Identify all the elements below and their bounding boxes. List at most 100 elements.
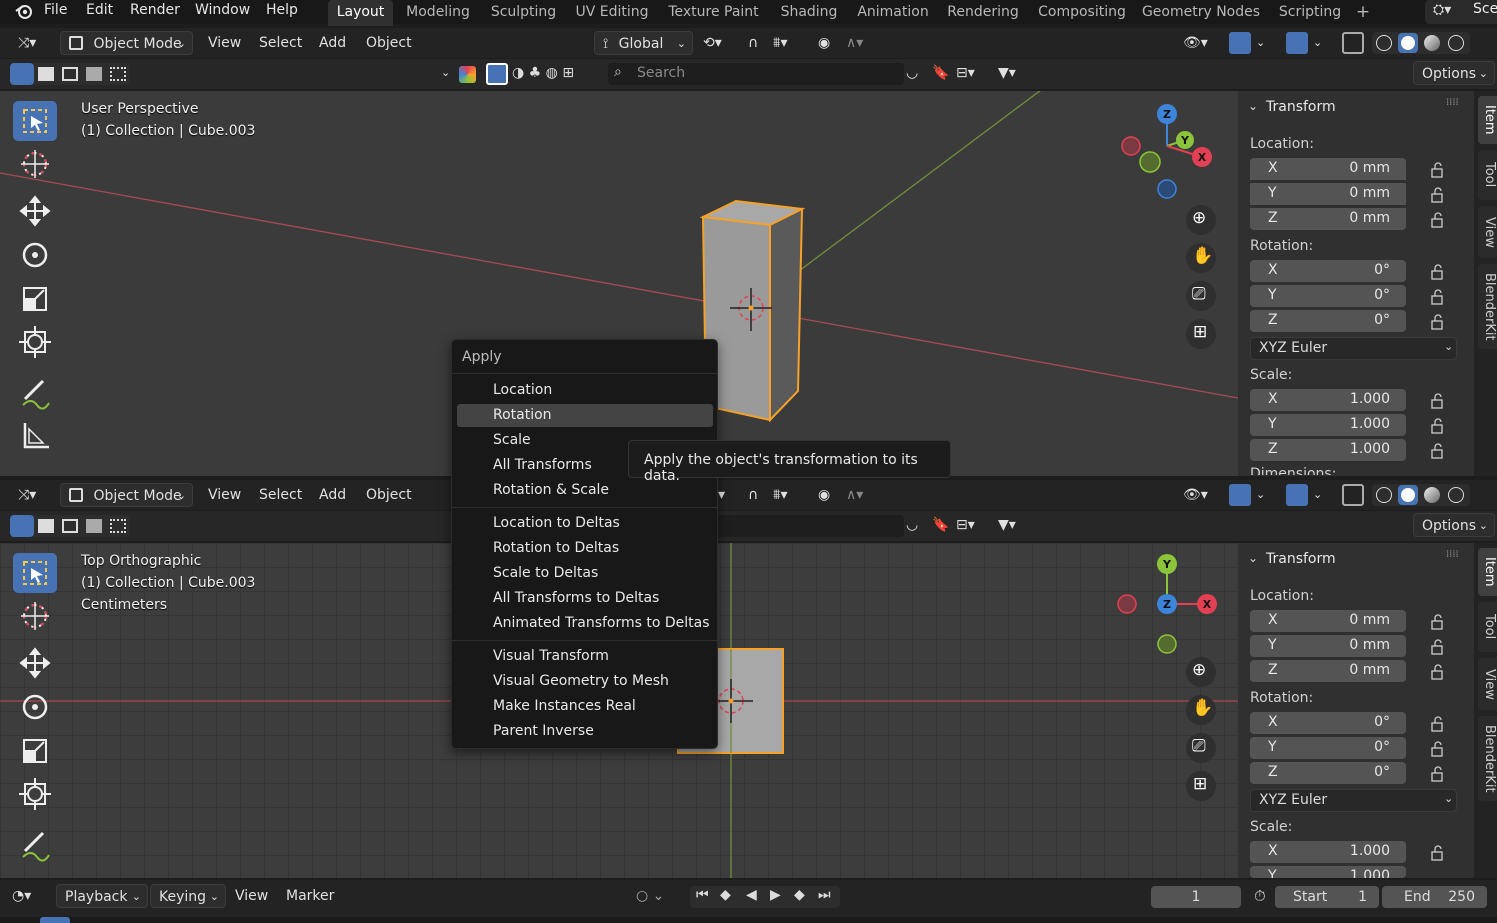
menu-item-make-instances-real[interactable]: Make Instances Real (457, 695, 713, 718)
layout-icon[interactable]: ⊟▾ (956, 513, 996, 537)
navigation-gizmo[interactable]: Y X Z (1112, 549, 1222, 659)
orientation-dropdown[interactable]: ⟟ Global ⌄ (594, 31, 693, 55)
sync-icon[interactable]: ◡ (906, 61, 928, 85)
timeline-ruler[interactable] (0, 917, 1497, 923)
menu-select[interactable]: Select (259, 483, 302, 507)
menu-item-parent-inverse[interactable]: Parent Inverse (457, 720, 713, 743)
lock-icon[interactable] (1430, 716, 1448, 732)
falloff-icon[interactable]: ∧▾ (846, 31, 880, 55)
transform-title[interactable]: Transform (1266, 551, 1336, 567)
sidebar-tab-tool[interactable]: Tool (1478, 150, 1497, 200)
menu-item-visual-geometry-to-mesh[interactable]: Visual Geometry to Mesh (457, 670, 713, 693)
search-input[interactable]: ⌕ Search (608, 63, 904, 85)
zoom-icon[interactable]: ⊕ (1186, 657, 1216, 687)
lock-icon[interactable] (1430, 418, 1448, 434)
transform-tool[interactable] (13, 774, 57, 814)
menu-object[interactable]: Object (366, 483, 412, 507)
options-button[interactable]: Options ⌄ (1413, 61, 1495, 85)
prev-keyframe-icon[interactable]: ◆ (720, 887, 731, 903)
lock-icon[interactable] (1430, 845, 1448, 861)
drag-handle-icon[interactable]: ⁞⁞⁞⁞ (1446, 97, 1459, 108)
zoom-icon[interactable]: ⊕ (1186, 205, 1216, 235)
tab-shading[interactable]: Shading (774, 0, 844, 26)
menu-add[interactable]: Add (319, 31, 346, 55)
scale-x-field[interactable]: X 1.000 (1250, 841, 1406, 863)
menu-item-scale-to-deltas[interactable]: Scale to Deltas (457, 562, 713, 585)
cursor-tool[interactable] (13, 144, 57, 184)
current-frame-field[interactable]: 1 (1151, 886, 1241, 908)
measure-tool[interactable] (13, 415, 57, 455)
menu-item-location[interactable]: Location (457, 379, 713, 402)
rendered-shading-icon[interactable] (1448, 35, 1464, 51)
menu-view[interactable]: View (235, 884, 268, 908)
xray-icon[interactable] (1342, 484, 1364, 506)
pan-hand-icon[interactable]: ✋ (1186, 695, 1216, 725)
snap-icon[interactable]: ∩ (748, 31, 770, 55)
camera-icon[interactable]: ⎚ (1186, 733, 1216, 763)
falloff-icon[interactable]: ∧▾ (846, 483, 880, 507)
solid-shading-icon[interactable] (1398, 485, 1418, 505)
material-shading-icon[interactable] (1424, 35, 1440, 51)
menu-file[interactable]: File (44, 0, 67, 24)
rotate-tool[interactable] (13, 235, 57, 275)
select-subtract-icon[interactable] (62, 67, 78, 81)
sync-icon[interactable]: ◡ (906, 513, 928, 537)
annotate-tool[interactable] (13, 371, 57, 411)
play-icon[interactable]: ▶ (770, 887, 781, 903)
filter-icons[interactable]: ◑ ♣ ◍ ⊞ (512, 61, 612, 85)
select-extend-icon[interactable] (38, 519, 54, 533)
tab-compositing[interactable]: Compositing (1033, 0, 1131, 26)
grid-toggle-icon[interactable]: ⊞ (1186, 771, 1216, 801)
camera-icon[interactable]: ⎚ (1186, 281, 1216, 311)
menu-view[interactable]: View (208, 31, 241, 55)
rotation-y-field[interactable]: Y 0° (1250, 285, 1406, 307)
lock-icon[interactable] (1430, 639, 1448, 655)
scale-tool[interactable] (13, 731, 57, 771)
keying-menu[interactable]: Keying ⌄ (150, 884, 226, 908)
lock-icon[interactable] (1430, 741, 1448, 757)
scale-z-field[interactable]: Z 1.000 (1250, 439, 1406, 461)
select-intersect-icon[interactable] (110, 519, 126, 533)
playhead[interactable] (40, 917, 70, 923)
lock-icon[interactable] (1430, 289, 1448, 305)
tab-sculpting[interactable]: Sculpting (485, 0, 562, 26)
end-frame-field[interactable]: End 250 (1382, 886, 1487, 908)
visibility-icon[interactable]: 👁▾ (1183, 483, 1219, 507)
object-color-icon[interactable] (459, 66, 476, 83)
tab-modeling[interactable]: Modeling (401, 0, 475, 26)
chevron-down-icon[interactable]: ⌄ (1256, 31, 1270, 55)
sidebar-tab-item[interactable]: Item (1478, 548, 1497, 596)
proportional-edit-icon[interactable]: ◉ (818, 31, 840, 55)
move-tool[interactable] (13, 191, 57, 231)
lock-icon[interactable] (1430, 212, 1448, 228)
rotation-z-field[interactable]: Z 0° (1250, 310, 1406, 332)
gizmo-toggle-icon[interactable] (1229, 32, 1251, 54)
navigation-gizmo[interactable]: Z Y X (1112, 99, 1222, 209)
menu-item-rotation-to-deltas[interactable]: Rotation to Deltas (457, 537, 713, 560)
visibility-icon[interactable]: 👁▾ (1183, 31, 1219, 55)
pan-hand-icon[interactable]: ✋ (1186, 243, 1216, 273)
scale-tool[interactable] (13, 279, 57, 319)
sidebar-tab-tool[interactable]: Tool (1478, 602, 1497, 652)
lock-icon[interactable] (1430, 393, 1448, 409)
menu-item-all-transforms-to-deltas[interactable]: All Transforms to Deltas (457, 587, 713, 610)
rotate-tool[interactable] (13, 687, 57, 727)
gizmo-toggle-icon[interactable] (1229, 484, 1251, 506)
add-workspace-button[interactable]: + (1352, 0, 1374, 26)
mode-dropdown[interactable]: Object Mode ⌄ (60, 31, 193, 55)
scale-x-field[interactable]: X 1.000 (1250, 389, 1406, 411)
sidebar-tab-view[interactable]: View (1478, 658, 1497, 710)
overlay-toggle-icon[interactable] (1286, 32, 1308, 54)
search-input[interactable] (718, 515, 904, 537)
menu-add[interactable]: Add (319, 483, 346, 507)
bookmark-icon[interactable]: 🔖 (932, 513, 952, 537)
menu-render[interactable]: Render (130, 0, 180, 24)
lock-icon[interactable] (1430, 162, 1448, 178)
editor-type-icon[interactable]: ◔▾ (12, 884, 50, 908)
select-subtract-icon[interactable] (62, 519, 78, 533)
transform-tool[interactable] (13, 322, 57, 362)
rotation-mode-dropdown[interactable]: XYZ Euler ⌄ (1250, 789, 1457, 812)
layout-icon[interactable]: ⊟▾ (956, 61, 996, 85)
scale-y-field[interactable]: Y 1.000 (1250, 414, 1406, 436)
rotation-x-field[interactable]: X 0° (1250, 712, 1406, 734)
